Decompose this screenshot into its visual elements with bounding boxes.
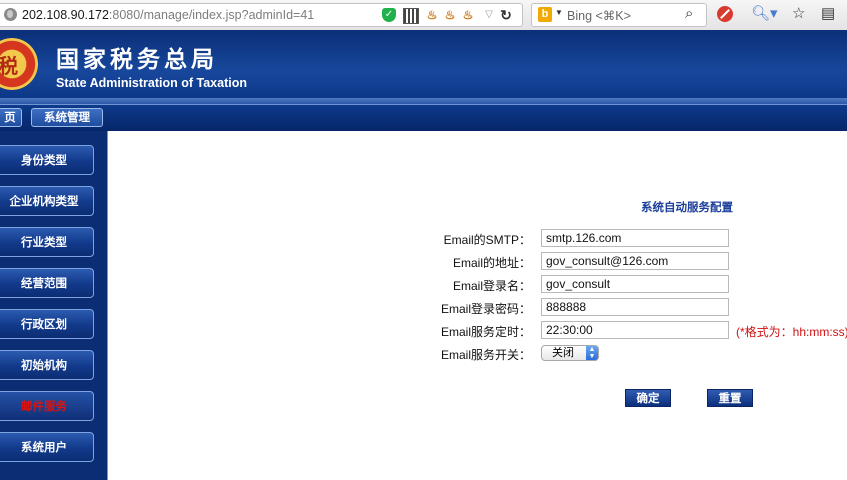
sidebar-item-industry-type[interactable]: 行业类型 bbox=[0, 227, 94, 257]
password-label: Email登录密码： bbox=[440, 302, 531, 316]
login-name-label: Email登录名： bbox=[452, 279, 531, 293]
smtp-label: Email的SMTP： bbox=[443, 233, 531, 247]
url-host: 202.108.90.172 bbox=[22, 8, 109, 22]
java-icon[interactable]: ♨ bbox=[461, 8, 475, 22]
search-icon[interactable]: ⌕ bbox=[685, 5, 693, 22]
sidebar-item-identity-type[interactable]: 身份类型 bbox=[0, 145, 94, 175]
schedule-time-label: Email服务定时： bbox=[440, 325, 531, 339]
sidebar-item-initial-org[interactable]: 初始机构 bbox=[0, 350, 94, 380]
service-switch-label: Email服务开关： bbox=[440, 348, 531, 362]
dropdown-triangle-icon[interactable]: ▽ bbox=[482, 8, 496, 22]
sidebar-item-system-users[interactable]: 系统用户 bbox=[0, 432, 94, 462]
sidebar: 身份类型 企业机构类型 行业类型 经营范围 行政区划 初始机构 邮件服务 系统用… bbox=[0, 131, 108, 480]
smtp-input[interactable] bbox=[541, 229, 729, 247]
select-arrows-icon: ▲ ▼ bbox=[586, 346, 598, 360]
form-title: 系统自动服务配置 bbox=[641, 202, 733, 214]
sidebar-item-enterprise-type[interactable]: 企业机构类型 bbox=[0, 186, 94, 216]
browser-toolbar: 202.108.90.172:8080/manage/index.jsp?adm… bbox=[0, 0, 847, 31]
service-switch-value: 关闭 bbox=[552, 347, 574, 359]
site-header: 税 国家税务总局 State Administration of Taxatio… bbox=[0, 30, 847, 98]
globe-icon bbox=[4, 8, 17, 21]
java-icon[interactable]: ♨ bbox=[443, 8, 457, 22]
sidebar-item-admin-region[interactable]: 行政区划 bbox=[0, 309, 94, 339]
site-title-cn: 国家税务总局 bbox=[56, 46, 218, 73]
url-text[interactable]: 202.108.90.172:8080/manage/index.jsp?adm… bbox=[22, 8, 314, 22]
chevron-down-icon[interactable]: ▼ bbox=[555, 8, 563, 17]
reset-button[interactable]: 重置 bbox=[707, 389, 753, 407]
sidebar-item-business-scope[interactable]: 经营范围 bbox=[0, 268, 94, 298]
adblock-icon[interactable] bbox=[717, 6, 733, 22]
time-format-hint: (*格式为：hh:mm:ss) bbox=[736, 325, 847, 339]
tax-emblem-logo: 税 bbox=[0, 38, 38, 90]
magnifier-dropdown-icon[interactable]: 🔍︎▾ bbox=[751, 5, 778, 23]
service-switch-select[interactable]: 关闭 ▲ ▼ bbox=[541, 345, 599, 361]
emblem-text: 税 bbox=[0, 56, 18, 78]
confirm-button[interactable]: 确定 bbox=[625, 389, 671, 407]
email-address-input[interactable] bbox=[541, 252, 729, 270]
shield-icon[interactable]: ✓ bbox=[382, 8, 396, 22]
search-placeholder[interactable]: Bing <⌘K> bbox=[567, 8, 631, 23]
schedule-time-input[interactable] bbox=[541, 321, 729, 339]
java-icon[interactable]: ♨ bbox=[425, 8, 439, 22]
bing-icon[interactable]: b bbox=[538, 7, 552, 22]
url-path: :8080/manage/index.jsp?adminId=41 bbox=[108, 8, 315, 22]
nav-home[interactable]: 页 bbox=[0, 108, 22, 127]
login-name-input[interactable] bbox=[541, 275, 729, 293]
reload-icon[interactable]: ↻ bbox=[499, 8, 513, 22]
password-input[interactable] bbox=[541, 298, 729, 316]
qr-code-icon[interactable] bbox=[403, 8, 419, 24]
site-title-en: State Administration of Taxation bbox=[56, 76, 247, 90]
address-bar[interactable]: 202.108.90.172:8080/manage/index.jsp?adm… bbox=[0, 3, 523, 27]
sidebar-item-mail-service[interactable]: 邮件服务 bbox=[0, 391, 94, 421]
nav-system-management[interactable]: 系统管理 bbox=[31, 108, 103, 127]
email-address-label: Email的地址： bbox=[452, 256, 531, 270]
bookmark-star-icon[interactable]: ☆ bbox=[792, 5, 805, 23]
top-nav: 页 系统管理 bbox=[0, 104, 847, 131]
reading-list-icon[interactable]: ▤ bbox=[821, 5, 835, 23]
search-bar[interactable]: b ▼ Bing <⌘K> ⌕ bbox=[531, 3, 707, 27]
